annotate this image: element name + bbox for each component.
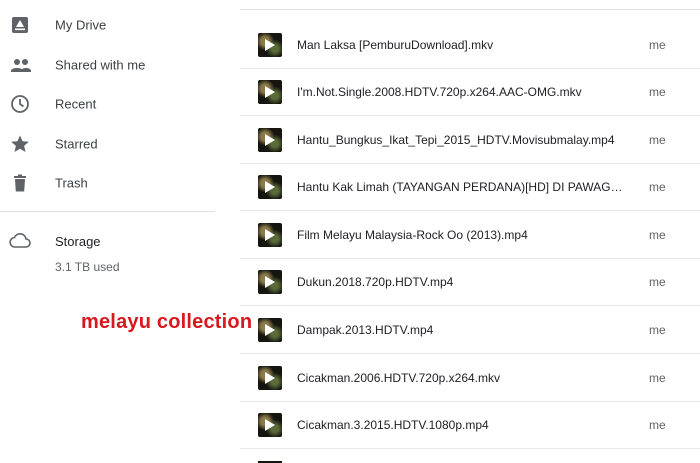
- video-thumbnail-icon: [258, 413, 282, 437]
- file-name: Hantu Kak Limah (TAYANGAN PERDANA)[HD] D…: [297, 180, 623, 194]
- trash-icon: [10, 173, 30, 193]
- sidebar-item-trash[interactable]: Trash: [0, 163, 215, 203]
- file-name: I'm.Not.Single.2008.HDTV.720p.x264.AAC-O…: [297, 85, 582, 99]
- file-name: Dampak.2013.HDTV.mp4: [297, 323, 434, 337]
- file-row[interactable]: Hantu Kak Limah (TAYANGAN PERDANA)[HD] D…: [240, 164, 700, 211]
- video-thumbnail-icon: [258, 366, 282, 390]
- file-name: Hantu_Bungkus_Ikat_Tepi_2015_HDTV.Movisu…: [297, 133, 615, 147]
- cloud-icon: [8, 231, 32, 251]
- sidebar-item-label: Recent: [55, 96, 97, 112]
- video-thumbnail-icon: [258, 175, 282, 199]
- video-thumbnail-icon: [258, 318, 282, 342]
- storage-section[interactable]: Storage 3.1 TB used: [0, 228, 215, 280]
- file-list: Man Laksa [PemburuDownload].mkv me I'm.N…: [240, 0, 700, 463]
- video-thumbnail-icon: [258, 128, 282, 152]
- storage-title: Storage: [55, 234, 101, 249]
- sidebar-item-my-drive[interactable]: My Drive: [0, 5, 215, 45]
- file-row[interactable]: Cicakman.2006.HDTV.720p.x264.mkv me: [240, 355, 700, 402]
- video-thumbnail-icon: [258, 270, 282, 294]
- file-row[interactable]: Man Laksa [PemburuDownload].mkv me: [240, 22, 700, 69]
- sidebar-item-label: My Drive: [55, 17, 107, 33]
- overlay-caption: melayu collection: [81, 311, 253, 333]
- file-row-partial[interactable]: [240, 455, 700, 463]
- file-owner: me: [649, 228, 666, 242]
- file-name: Cicakman.2006.HDTV.720p.x264.mkv: [297, 371, 500, 385]
- sidebar-divider: [0, 211, 215, 212]
- file-name: Dukun.2018.720p.HDTV.mp4: [297, 275, 454, 289]
- video-thumbnail-icon: [258, 33, 282, 57]
- file-owner: me: [649, 38, 666, 52]
- file-owner: me: [649, 180, 666, 194]
- file-owner: me: [649, 85, 666, 99]
- file-name: Film Melayu Malaysia-Rock Oo (2013).mp4: [297, 228, 528, 242]
- file-row[interactable]: Dukun.2018.720p.HDTV.mp4 me: [240, 259, 700, 306]
- sidebar-item-starred[interactable]: Starred: [0, 124, 215, 164]
- file-owner: me: [649, 418, 666, 432]
- video-thumbnail-icon: [258, 223, 282, 247]
- file-row[interactable]: Dampak.2013.HDTV.mp4 me: [240, 307, 700, 354]
- file-row[interactable]: Film Melayu Malaysia-Rock Oo (2013).mp4 …: [240, 212, 700, 259]
- star-icon: [10, 134, 30, 154]
- sidebar-item-shared-with-me[interactable]: Shared with me: [0, 45, 215, 85]
- file-name: Cicakman.3.2015.HDTV.1080p.mp4: [297, 418, 489, 432]
- file-name: Man Laksa [PemburuDownload].mkv: [297, 38, 494, 52]
- file-owner: me: [649, 275, 666, 289]
- file-row[interactable]: Cicakman.3.2015.HDTV.1080p.mp4 me: [240, 402, 700, 449]
- sidebar-item-recent[interactable]: Recent: [0, 84, 215, 124]
- list-top-divider: [240, 9, 700, 10]
- file-row[interactable]: I'm.Not.Single.2008.HDTV.720p.x264.AAC-O…: [240, 69, 700, 116]
- file-owner: me: [649, 133, 666, 147]
- storage-used: 3.1 TB used: [55, 260, 120, 274]
- file-owner: me: [649, 323, 666, 337]
- my-drive-icon: [10, 15, 30, 35]
- sidebar-item-label: Starred: [55, 136, 98, 152]
- sidebar: My Drive Shared with me Recent Starred T…: [0, 0, 215, 463]
- video-thumbnail-icon: [258, 80, 282, 104]
- file-row[interactable]: Hantu_Bungkus_Ikat_Tepi_2015_HDTV.Movisu…: [240, 117, 700, 164]
- clock-icon: [10, 94, 30, 114]
- file-owner: me: [649, 371, 666, 385]
- people-icon: [10, 55, 31, 75]
- sidebar-item-label: Shared with me: [55, 57, 146, 73]
- sidebar-item-label: Trash: [55, 175, 88, 191]
